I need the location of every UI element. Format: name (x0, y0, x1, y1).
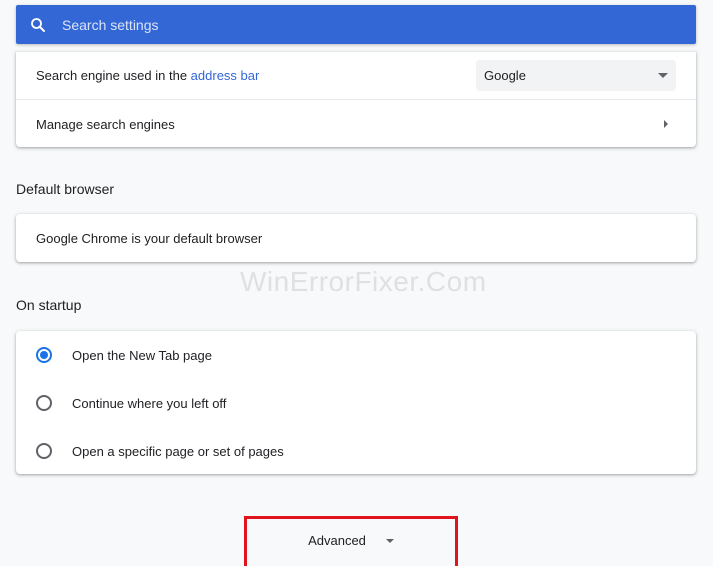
startup-option-label: Open the New Tab page (72, 347, 212, 363)
startup-option-new-tab[interactable]: Open the New Tab page (16, 331, 696, 379)
search-engine-label-prefix: Search engine used in the (36, 68, 191, 83)
startup-option-specific-pages[interactable]: Open a specific page or set of pages (16, 427, 696, 475)
toolbar (0, 0, 713, 52)
default-browser-status: Google Chrome is your default browser (36, 230, 263, 246)
search-engine-label: Search engine used in the address bar (36, 68, 259, 83)
manage-search-engines-row[interactable]: Manage search engines (16, 99, 696, 148)
advanced-label: Advanced (308, 532, 366, 548)
search-engine-row: Search engine used in the address bar Go… (16, 52, 696, 99)
manage-search-engines-label: Manage search engines (36, 116, 175, 132)
on-startup-title: On startup (16, 297, 82, 313)
default-browser-title: Default browser (16, 181, 115, 197)
watermark: WinErrorFixer.Com (240, 266, 487, 297)
default-browser-row: Google Chrome is your default browser (16, 214, 696, 262)
search-input[interactable] (62, 9, 696, 40)
search-engine-dropdown[interactable]: Google (476, 60, 676, 91)
search-icon[interactable] (28, 15, 48, 35)
radio-button-checked[interactable] (36, 347, 52, 363)
search-engine-dropdown-value: Google (484, 68, 526, 83)
startup-option-label: Open a specific page or set of pages (72, 443, 284, 459)
startup-option-label: Continue where you left off (72, 395, 227, 411)
radio-button[interactable] (36, 395, 52, 411)
chevron-down-icon (385, 539, 394, 543)
startup-option-continue[interactable]: Continue where you left off (16, 379, 696, 427)
address-bar-link[interactable]: address bar (191, 68, 260, 83)
radio-button[interactable] (36, 443, 52, 459)
default-browser-card: Google Chrome is your default browser (16, 214, 696, 262)
on-startup-card: Open the New Tab page Continue where you… (16, 331, 696, 474)
search-bar[interactable] (16, 5, 696, 44)
advanced-button[interactable]: Advanced (247, 520, 455, 560)
search-engine-card: Search engine used in the address bar Go… (16, 52, 696, 147)
chevron-down-icon (658, 73, 668, 78)
chevron-right-icon (664, 120, 668, 128)
